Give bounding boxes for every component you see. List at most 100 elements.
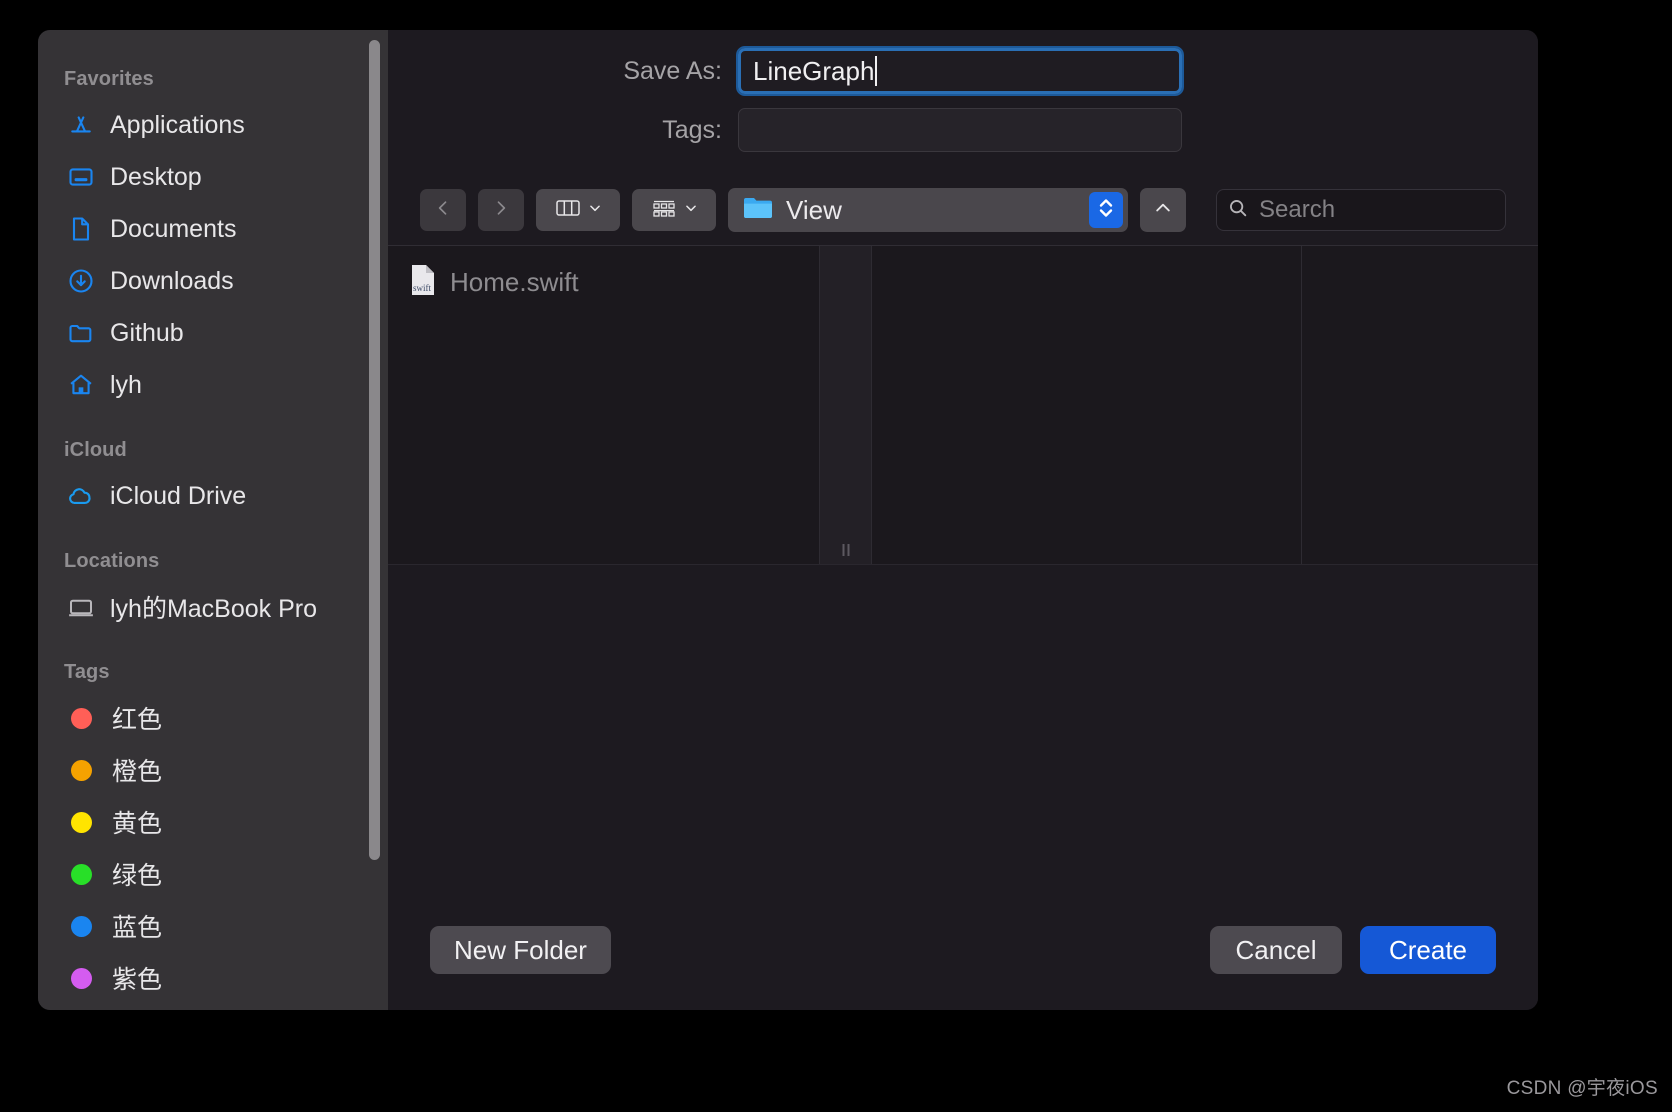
enclosing-folder-button[interactable]: [1140, 188, 1186, 232]
sidebar-item-label: 绿色: [112, 862, 163, 890]
sidebar-item-label: 蓝色: [112, 914, 163, 942]
downloads-icon: [66, 266, 96, 296]
list-item[interactable]: swift Home.swift: [388, 258, 819, 306]
tags-input[interactable]: [738, 108, 1182, 152]
toolbar: View: [388, 175, 1538, 245]
sidebar-scrollbar[interactable]: [369, 40, 380, 860]
sidebar-section-icloud-title: iCloud: [64, 439, 127, 461]
file-browser: swift Home.swift: [388, 245, 1538, 565]
laptop-icon: [66, 592, 96, 622]
file-name: Home.swift: [450, 266, 579, 297]
desktop-icon: [66, 162, 96, 192]
cancel-button[interactable]: Cancel: [1210, 926, 1342, 974]
sidebar-item-label: 紫色: [112, 966, 163, 994]
chevron-down-icon: [588, 201, 602, 220]
sidebar-item-label: lyh: [110, 370, 142, 399]
folder-icon: [66, 318, 96, 348]
cloud-icon: [66, 481, 96, 511]
resize-grip-icon: [842, 544, 849, 556]
applications-icon: [66, 110, 96, 140]
chevron-left-icon: [433, 198, 453, 223]
sidebar-section-tags-title: Tags: [64, 661, 110, 683]
save-as-input[interactable]: LineGraph: [736, 46, 1184, 96]
sidebar-tag-red[interactable]: 红色: [38, 692, 388, 744]
chevron-right-icon: [491, 198, 511, 223]
svg-text:swift: swift: [413, 283, 431, 293]
tag-dot-blue: [71, 915, 92, 937]
sidebar-item-label: Github: [110, 318, 184, 347]
sidebar-item-github[interactable]: Github: [38, 307, 388, 359]
home-icon: [66, 370, 96, 400]
sidebar-item-label: 红色: [112, 706, 163, 734]
text-caret: [875, 56, 878, 86]
sidebar-item-macbook-pro[interactable]: lyh的MacBook Pro: [38, 581, 388, 633]
footer-actions: Cancel Create: [1210, 926, 1496, 974]
browser-column-1[interactable]: swift Home.swift: [388, 246, 820, 564]
save-dialog: Favorites Applications Desktop Documents…: [38, 30, 1538, 1010]
column-resize-divider[interactable]: [820, 246, 872, 564]
group-by-button[interactable]: [632, 189, 716, 231]
create-button[interactable]: Create: [1360, 926, 1496, 974]
tag-dot-green: [71, 863, 92, 885]
tags-row: Tags:: [388, 108, 1538, 152]
sidebar: Favorites Applications Desktop Documents…: [38, 30, 388, 1010]
view-mode-button[interactable]: [536, 189, 620, 231]
path-label: View: [786, 194, 842, 225]
folder-icon: [742, 194, 774, 227]
sidebar-item-lyh[interactable]: lyh: [38, 359, 388, 411]
sidebar-item-label: Desktop: [110, 162, 202, 191]
sidebar-item-label: Downloads: [110, 266, 234, 295]
save-as-value: LineGraph: [753, 55, 875, 86]
document-icon: [66, 214, 96, 244]
sidebar-item-label: iCloud Drive: [110, 481, 247, 510]
sidebar-item-label: Documents: [110, 214, 237, 243]
browser-column-3[interactable]: [1302, 246, 1538, 564]
tags-label: Tags:: [662, 115, 722, 144]
sidebar-tag-yellow[interactable]: 黄色: [38, 796, 388, 848]
sidebar-tag-green[interactable]: 绿色: [38, 848, 388, 900]
tag-dot-purple: [71, 967, 92, 989]
sidebar-tag-purple[interactable]: 紫色: [38, 952, 388, 1004]
dialog-main: Save As: LineGraph Tags: View Search swi…: [388, 30, 1538, 1010]
sidebar-section-locations-title: Locations: [64, 550, 160, 572]
sidebar-tag-orange[interactable]: 橙色: [38, 744, 388, 796]
preview-region: [388, 565, 1538, 890]
sidebar-item-label: lyh的MacBook Pro: [110, 595, 318, 623]
sidebar-item-label: 黄色: [112, 810, 163, 838]
swift-file-icon: swift: [410, 264, 436, 301]
sidebar-item-documents[interactable]: Documents: [38, 203, 388, 255]
tag-dot-yellow: [71, 811, 92, 833]
form-area: Save As: LineGraph Tags:: [388, 30, 1538, 175]
sidebar-item-desktop[interactable]: Desktop: [38, 151, 388, 203]
save-as-label: Save As:: [623, 56, 722, 85]
sidebar-item-label: Applications: [110, 110, 245, 139]
path-popup-button[interactable]: View: [728, 188, 1128, 232]
sidebar-item-icloud-drive[interactable]: iCloud Drive: [38, 470, 388, 522]
browser-column-2[interactable]: [872, 246, 1302, 564]
watermark: CSDN @宇夜iOS: [1506, 1078, 1658, 1099]
sidebar-item-downloads[interactable]: Downloads: [38, 255, 388, 307]
chevron-down-icon: [684, 201, 698, 220]
sidebar-item-label: 橙色: [112, 758, 163, 786]
forward-button[interactable]: [478, 189, 524, 231]
sidebar-item-applications[interactable]: Applications: [38, 99, 388, 151]
sidebar-tag-blue[interactable]: 蓝色: [38, 900, 388, 952]
dialog-footer: New Folder Cancel Create: [388, 890, 1538, 1010]
tag-dot-orange: [71, 759, 92, 781]
search-icon: [1227, 197, 1249, 224]
search-box[interactable]: [1216, 189, 1506, 231]
column-view-icon: [555, 196, 581, 225]
chevron-up-icon: [1152, 198, 1174, 223]
back-button[interactable]: [420, 189, 466, 231]
tag-dot-red: [71, 707, 92, 729]
screen: Favorites Applications Desktop Documents…: [0, 0, 1672, 1112]
path-stepper[interactable]: [1089, 192, 1123, 228]
new-folder-button[interactable]: New Folder: [430, 926, 611, 974]
group-by-icon: [651, 196, 677, 225]
search-input[interactable]: [1259, 196, 1495, 224]
sidebar-section-favorites-title: Favorites: [64, 68, 154, 90]
save-as-row: Save As: LineGraph: [388, 46, 1538, 96]
